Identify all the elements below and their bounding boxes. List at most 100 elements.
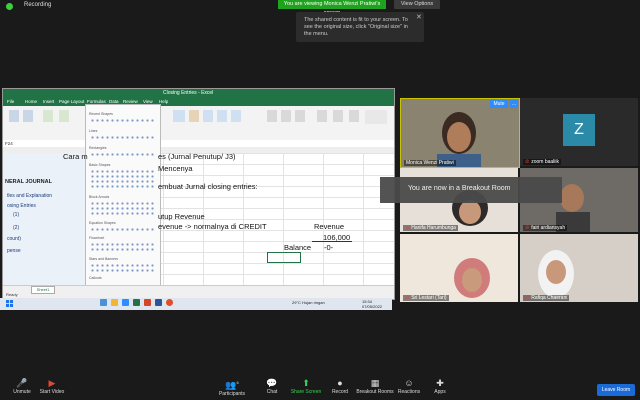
close-icon[interactable]: ✕ [416,13,422,21]
participant-video [520,234,638,302]
windows-taskbar [0,298,392,310]
powerpoint-icon[interactable] [144,299,151,306]
participants-count: 6 [236,380,239,385]
shapes-section: Flowchart [89,236,105,240]
participant-name-text: Sri Lestari (Tari) [411,295,447,301]
participant-name-text: zoom baaliik [531,159,559,165]
view-options-button[interactable]: View Options [394,0,440,9]
revenue-value: 106,000 [323,233,351,242]
participants-icon: 👥6 [212,378,252,390]
journal-subheader-2: osing Entries [7,203,36,209]
taskbar-app-icon[interactable] [100,299,107,306]
journal-subheader: tles and Explanation [7,193,53,199]
participant-name: ⊘ fairi ardiansyah [523,225,568,231]
zoom-icon[interactable] [122,299,129,306]
shapes-section: Recent Shapes [89,112,113,116]
shapes-section: Callouts [89,276,102,280]
windows-icon[interactable] [6,300,13,307]
tab-page-layout[interactable]: Page Layout [59,99,84,104]
cell-text: embuat Jurnal closing entries: [158,182,258,191]
participant-video [401,99,519,167]
record-icon: ● [337,378,343,388]
shape-row[interactable] [90,263,154,273]
cell-text: Mencenya [158,164,193,173]
mic-off-icon: ⊘ [405,225,410,231]
sheet-tab[interactable]: Sheet1 [31,286,55,294]
participant-name: ⊘ zoom baaliik [523,159,561,165]
mic-off-icon: ⊘ [525,225,530,231]
participants-glyph: 👥 [225,380,237,390]
participant-name: ⊘ Hanifa Harumbunga [403,225,458,231]
journal-header: NERAL JOURNAL [5,179,52,185]
shape-row[interactable] [90,118,154,123]
share-banner: You are viewing Monica Wenzi Pratiwi's s… [278,0,386,16]
excel-ribbon [3,106,394,141]
participant-video [400,234,518,302]
excel-icon[interactable] [133,299,140,306]
record-button[interactable]: ● Record [320,378,360,395]
apps-label: Apps [434,389,446,395]
shared-screen-excel[interactable]: Closing Entries - Excel File Home Insert… [2,88,395,300]
shape-row[interactable] [90,135,154,140]
apps-icon: ✚ [436,378,444,388]
participant-name-text: Hanifa Harumbunga [411,225,456,231]
revenue-label: Revenue [314,222,345,231]
participant-tile[interactable]: ⊘ Rafiqa Chaerani [520,234,638,302]
shape-row[interactable] [90,169,154,189]
start-video-label: Start Video [39,389,65,395]
mic-off-icon: ⊘ [525,295,530,301]
balance-label: Balance [284,243,312,252]
clock-date: 07/05/2022 [362,304,383,309]
journal-item: count) [7,236,21,242]
shape-row[interactable] [90,201,154,216]
balance-value: -0- [324,243,334,252]
taskbar-weather: 29°C Hujan ringan [292,300,325,305]
leave-room-button[interactable]: Leave Room [597,384,635,396]
cell-text: es (Jurnal Penutup/ J3) [158,152,236,161]
participant-name: Monica Wenzi Pratiwi [404,160,456,166]
shape-row[interactable] [90,227,154,232]
taskbar-apps [100,299,190,308]
participants-button[interactable]: 👥6 Participants [212,378,252,397]
shape-row[interactable] [90,152,154,157]
selected-cell[interactable] [267,252,301,263]
shapes-section: Rectangles [89,146,107,150]
start-video-button[interactable]: ▶ Start Video [32,378,72,395]
journal-item: pense [7,248,21,254]
excel-ribbon-tabs: File Home Insert Page Layout Formulas Da… [3,98,394,106]
participant-name-text: Rafiqa Chaerani [531,295,568,301]
tab-insert[interactable]: Insert [43,99,54,104]
shapes-section: Basic Shapes [89,163,111,167]
shapes-section: Block Arrows [89,195,110,199]
recording-icon [6,3,13,10]
participant-name-text: fairi ardiansyah [531,225,566,231]
mute-participant-button[interactable]: Mute [490,100,508,108]
excel-title: Closing Entries - Excel [163,90,214,96]
journal-pane: NERAL JOURNAL tles and Explanation osing… [3,153,85,285]
word-icon[interactable] [155,299,162,306]
shape-row[interactable] [90,242,154,252]
apps-button[interactable]: ✚ Apps [420,378,460,395]
name-box[interactable]: F24 [5,141,13,146]
folder-icon[interactable] [111,299,118,306]
browser-icon[interactable] [166,299,173,306]
participants-label: Participants [218,391,246,397]
shapes-section: Stars and Banners [89,257,118,261]
participant-name: ⊘ Rafiqa Chaerani [523,295,570,301]
participant-tile[interactable]: Monica Wenzi Pratiwi [400,98,520,168]
shapes-section: Equation Shapes [89,221,116,225]
excel-status-bar: Ready [3,285,394,299]
participant-tile[interactable]: ⊘ Sri Lestari (Tari) [400,234,518,302]
video-off-icon: ▶ [48,378,56,388]
more-options-button[interactable]: … [510,100,518,108]
tab-home[interactable]: Home [25,99,37,104]
taskbar-clock: 15:34 07/05/2022 [362,299,382,309]
shapes-dropdown[interactable]: Recent Shapes Lines Rectangles Basic Sha… [85,104,161,287]
tab-file[interactable]: File [7,99,14,104]
cell-text: utup Revenue [158,212,205,221]
status-text: Ready [6,292,18,297]
mic-off-icon: ⊘ [525,159,530,165]
ribbon-icons [9,110,387,124]
tooltip-text: The shared content is fit to your screen… [304,17,408,37]
journal-item: (1) [13,212,20,218]
